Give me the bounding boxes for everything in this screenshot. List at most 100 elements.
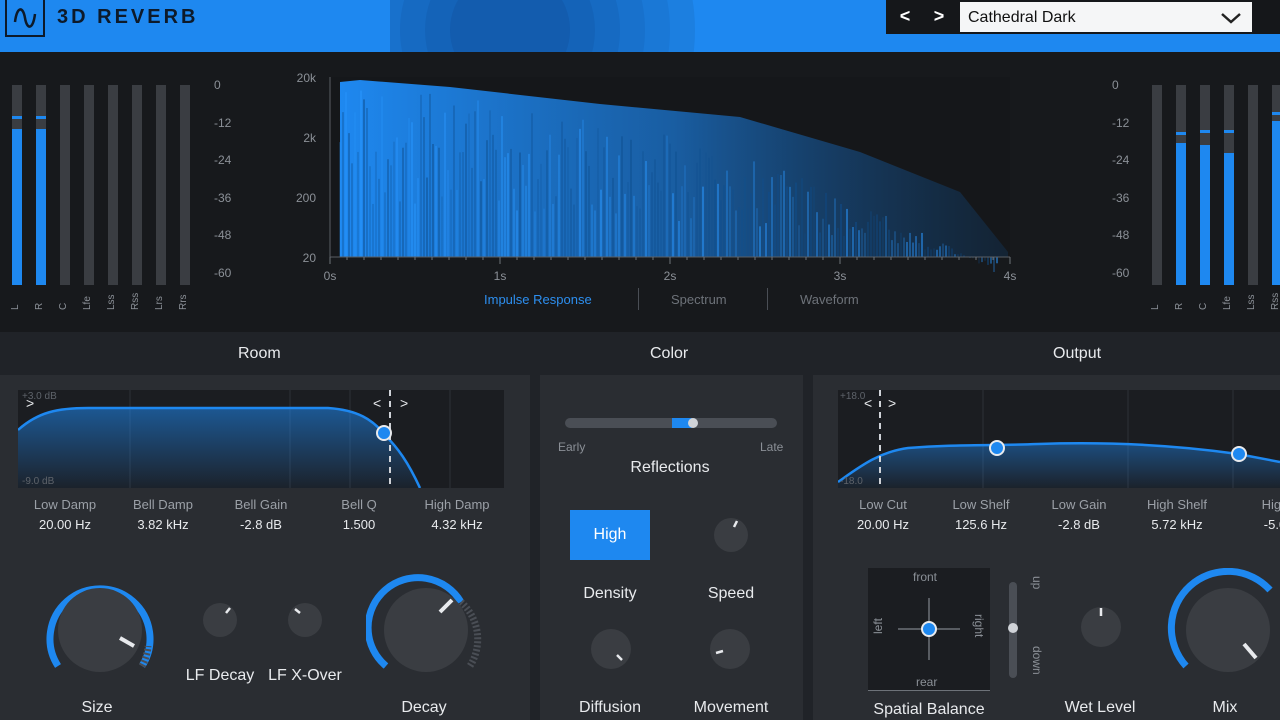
decay-label: Decay [401,699,447,716]
db-tick-label: -12 [1112,115,1130,130]
diffusion-knob[interactable] [588,626,634,672]
param-value[interactable]: 5.72 kHz [1127,517,1227,532]
spectrogram-axis-ticks [329,257,1011,264]
chevron-down-icon[interactable] [1220,8,1242,28]
time-tick-label: 1s [494,269,507,283]
param-label: Bell Damp [133,497,193,512]
param-value[interactable]: 20.00 Hz [833,517,933,532]
prev-preset-button[interactable]: < [890,0,920,34]
late-label: Late [760,440,784,454]
room-section-title: Room [238,345,281,362]
rear-label: rear [916,675,938,689]
movement-knob[interactable] [707,626,753,672]
decay-knob[interactable] [366,568,486,678]
elevation-slider[interactable] [1004,582,1022,678]
param-value[interactable]: -2.8 dB [1029,517,1129,532]
preset-dropdown[interactable]: Cathedral Dark [958,0,1254,34]
param-value[interactable]: 1.500 [309,517,409,532]
output-eq-curve[interactable]: < > [837,390,1280,488]
next-preset-button[interactable]: > [924,0,954,34]
spatial-divider [868,690,990,691]
freq-tick-label: 20k [297,71,317,85]
lf-xover-knob[interactable] [285,600,325,640]
impulse-response-spectrogram[interactable]: 20k 2k 200 20 0s 1s 2s 3s 4s [0,52,1040,332]
channel-label: Lfe [1222,296,1233,310]
param-value[interactable]: 20.00 Hz [15,517,115,532]
color-section-title: Color [650,345,689,362]
preset-selector: < > Cathedral Dark [886,0,1280,34]
db-tick-label: -36 [1112,190,1130,205]
tab-impulse-response[interactable]: Impulse Response [484,292,592,307]
db-tick-label: -60 [1112,265,1130,280]
output-eq-node-low-shelf[interactable] [989,440,1005,456]
room-eq-node[interactable] [376,425,392,441]
wet-level-knob[interactable] [1078,604,1124,650]
movement-label: Movement [693,699,769,716]
tab-divider [638,288,639,310]
param-value[interactable]: -2.8 dB [211,517,311,532]
meter-peak [1272,112,1280,115]
param-label: High [1261,497,1280,512]
meter-fill [1224,153,1234,285]
meter-peak [1224,130,1234,133]
header-bar: 3D REVERB < > Cathedral Dark [0,0,1280,52]
param-value[interactable]: 3.82 kHz [113,517,213,532]
db-tick-label: 0 [1112,78,1119,92]
tab-spectrum[interactable]: Spectrum [671,292,727,307]
reflections-label: Reflections [630,459,710,476]
param-label: Bell Q [341,497,377,512]
svg-text:<: < [373,395,381,411]
lf-xover-label: LF X-Over [268,667,342,684]
spatial-balance-label: Spatial Balance [873,701,985,718]
diffusion-label: Diffusion [579,699,641,716]
meter-l [1152,85,1162,285]
meter-peak [1176,132,1186,135]
output-section-title: Output [1053,345,1102,362]
freq-tick-label: 2k [303,131,317,145]
right-label: right [972,614,986,638]
output-eq-top-label: +18.0 [840,391,866,402]
param-value[interactable]: 4.32 kHz [407,517,507,532]
visualizer-area: L R C Lfe Lss Rss Lrs Rrs 0 -12 -24 -36 -48 -60 20k 2… [0,52,1280,332]
size-knob[interactable] [38,568,158,678]
logo [5,0,45,37]
down-label: down [1030,646,1044,675]
meter-fill [1200,145,1210,285]
meter-r [1176,85,1186,285]
spatial-position-handle[interactable] [921,621,937,637]
mix-knob[interactable] [1166,568,1280,678]
tab-waveform[interactable]: Waveform [800,292,859,307]
room-eq-display[interactable]: > < > +3.0 dB -9.0 dB [17,390,504,489]
density-high-button[interactable]: High [570,510,650,560]
meter-fill [1176,143,1186,285]
front-label: front [913,570,938,584]
param-label: Low Cut [859,497,907,512]
time-tick-label: 3s [834,269,847,283]
spatial-balance-pad[interactable]: front rear left right [868,568,990,690]
channel-label: L [1150,304,1161,310]
mix-label: Mix [1212,699,1238,716]
preset-name: Cathedral Dark [968,9,1076,26]
param-value[interactable]: -5.0 [1225,517,1280,532]
output-eq-node-high-shelf[interactable] [1231,446,1247,462]
param-value[interactable]: 125.6 Hz [931,517,1031,532]
size-label: Size [81,699,113,716]
room-eq-top-label: +3.0 dB [22,391,57,402]
param-label: Low Shelf [952,497,1010,512]
meter-fill [1272,121,1280,285]
svg-text:>: > [888,395,896,411]
speed-knob[interactable] [711,515,751,555]
db-tick-label: -24 [1112,153,1130,167]
time-tick-label: 2s [664,269,677,283]
room-eq-curve[interactable]: > < > [17,390,504,489]
param-label: Low Damp [33,497,97,512]
channel-label: Lss [1246,294,1257,310]
header-rings-decoration [390,0,695,52]
param-label: High Shelf [1147,497,1207,512]
lf-decay-knob[interactable] [200,600,240,640]
left-label: left [871,617,885,634]
reflections-slider[interactable] [562,413,780,435]
wet-level-label: Wet Level [1064,699,1136,716]
output-eq-display[interactable]: < > +18.0 -18.0 [837,390,1280,488]
up-label: up [1030,576,1044,590]
